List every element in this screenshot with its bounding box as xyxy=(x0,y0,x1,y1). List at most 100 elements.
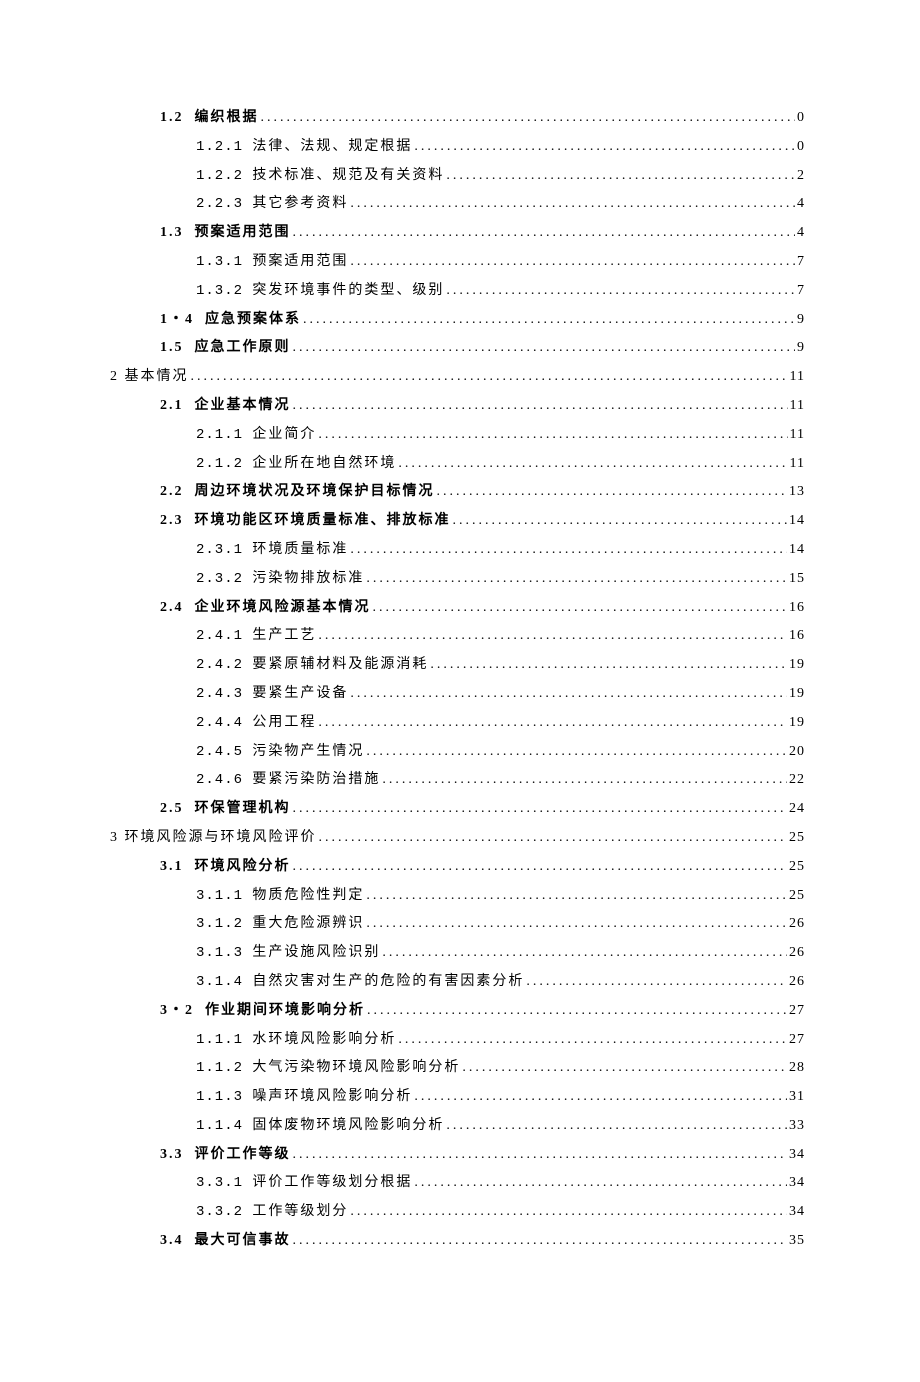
toc-entry[interactable]: 2.4.4 公用工程..............................… xyxy=(196,715,805,732)
toc-entry-number: 3.3.2 xyxy=(196,1204,252,1221)
toc-entry-title: 技术标准、规范及有关资料 xyxy=(252,168,444,185)
toc-entry-title: 基本情况 xyxy=(125,369,189,386)
toc-entry-title: 要紧原辅材料及能源消耗 xyxy=(252,657,428,674)
toc-entry[interactable]: 3・2 作业期间环境影响分析..........................… xyxy=(160,1003,805,1020)
toc-entry-title: 污染物排放标准 xyxy=(252,571,364,588)
toc-entry-number: 3.3 xyxy=(160,1147,195,1164)
toc-entry-title: 重大危险源辨识 xyxy=(252,916,364,933)
toc-entry-page: 19 xyxy=(789,686,805,703)
toc-entry[interactable]: 1.2.1 法律、法规、规定根据........................… xyxy=(196,139,805,156)
toc-entry[interactable]: 1.5 应急工作原则..............................… xyxy=(160,340,805,357)
toc-entry[interactable]: 2.2 周边环境状况及环境保护目标情况.....................… xyxy=(160,484,805,501)
toc-entry[interactable]: 2.3.1 环境质量标准............................… xyxy=(196,542,805,559)
toc-entry[interactable]: 1.3 预案适用范围..............................… xyxy=(160,225,805,242)
toc-entry[interactable]: 3.1.2 重大危险源辨识...........................… xyxy=(196,916,805,933)
toc-entry-number: 2.3.1 xyxy=(196,542,252,559)
toc-entry[interactable]: 2 基本情况..................................… xyxy=(110,369,805,386)
toc-entry[interactable]: 2.1.2 企业所在地自然环境.........................… xyxy=(196,456,805,473)
toc-entry-number: 2.4.1 xyxy=(196,628,252,645)
toc-entry[interactable]: 1.2 编织根据................................… xyxy=(160,110,805,127)
toc-leader-dots: ........................................… xyxy=(367,1003,787,1020)
toc-leader-dots: ........................................… xyxy=(293,398,788,415)
toc-leader-dots: ........................................… xyxy=(414,139,795,156)
toc-entry-number: 3 xyxy=(110,830,125,847)
toc-entry-number: 3.3.1 xyxy=(196,1175,252,1192)
toc-entry[interactable]: 1.3.2 突发环境事件的类型、级别......................… xyxy=(196,283,805,300)
toc-entry[interactable]: 2.4.5 污染物产生情况...........................… xyxy=(196,744,805,761)
toc-entry[interactable]: 2.5 环保管理机构..............................… xyxy=(160,801,805,818)
toc-leader-dots: ........................................… xyxy=(430,657,787,674)
toc-entry[interactable]: 2.4.6 要紧污染防治措施..........................… xyxy=(196,772,805,789)
toc-entry[interactable]: 2.2.3 其它参考资料............................… xyxy=(196,196,805,213)
toc-entry[interactable]: 1.2.2 技术标准、规范及有关资料......................… xyxy=(196,168,805,185)
toc-entry[interactable]: 2.4 企业环境风险源基本情况.........................… xyxy=(160,600,805,617)
toc-entry[interactable]: 1.3.1 预案适用范围............................… xyxy=(196,254,805,271)
toc-entry-page: 11 xyxy=(790,398,805,415)
toc-entry[interactable]: 2.3.2 污染物排放标准...........................… xyxy=(196,571,805,588)
toc-entry-title: 应急预案体系 xyxy=(205,312,301,329)
toc-leader-dots: ........................................… xyxy=(303,312,795,329)
toc-entry-page: 27 xyxy=(789,1003,805,1020)
toc-leader-dots: ........................................… xyxy=(462,1060,787,1077)
toc-entry[interactable]: 3.1 环境风险分析..............................… xyxy=(160,859,805,876)
toc-leader-dots: ........................................… xyxy=(293,1233,788,1250)
toc-entry[interactable]: 3.1.4 自然灾害对生产的危险的有害因素分析.................… xyxy=(196,974,805,991)
toc-entry-number: 2.4.4 xyxy=(196,715,252,732)
toc-entry-title: 大气污染物环境风险影响分析 xyxy=(252,1060,460,1077)
toc-entry[interactable]: 3.4 最大可信事故..............................… xyxy=(160,1233,805,1250)
toc-entry[interactable]: 3.3.2 工作等级划分............................… xyxy=(196,1204,805,1221)
toc-entry-number: 3.1.2 xyxy=(196,916,252,933)
toc-entry-page: 20 xyxy=(789,744,805,761)
toc-entry[interactable]: 2.4.2 要紧原辅材料及能源消耗.......................… xyxy=(196,657,805,674)
toc-entry[interactable]: 1.1.3 噪声环境风险影响分析........................… xyxy=(196,1089,805,1106)
toc-entry-number: 2.2.3 xyxy=(196,196,252,213)
toc-entry-page: 16 xyxy=(789,600,805,617)
toc-entry-number: 2.4 xyxy=(160,600,195,617)
toc-entry-title: 周边环境状况及环境保护目标情况 xyxy=(195,484,435,501)
toc-entry-page: 0 xyxy=(797,110,805,127)
toc-entry[interactable]: 3.1.1 物质危险性判定...........................… xyxy=(196,888,805,905)
toc-entry-title: 预案适用范围 xyxy=(252,254,348,271)
toc-entry-title: 最大可信事故 xyxy=(195,1233,291,1250)
toc-entry[interactable]: 2.4.3 要紧生产设备............................… xyxy=(196,686,805,703)
toc-entry-title: 作业期间环境影响分析 xyxy=(205,1003,365,1020)
toc-entry-title: 环境质量标准 xyxy=(252,542,348,559)
toc-entry-number: 3.1 xyxy=(160,859,195,876)
toc-entry-page: 2 xyxy=(797,168,805,185)
toc-entry[interactable]: 1・4 应急预案体系..............................… xyxy=(160,312,805,329)
toc-leader-dots: ........................................… xyxy=(318,715,787,732)
toc-entry-number: 1.3 xyxy=(160,225,195,242)
toc-leader-dots: ........................................… xyxy=(350,254,795,271)
toc-entry-title: 企业简介 xyxy=(252,427,316,444)
toc-entry-page: 13 xyxy=(789,484,805,501)
toc-leader-dots: ........................................… xyxy=(382,945,787,962)
toc-entry-page: 33 xyxy=(789,1118,805,1135)
toc-entry-title: 污染物产生情况 xyxy=(252,744,364,761)
toc-entry-page: 27 xyxy=(789,1032,805,1049)
toc-entry-title: 突发环境事件的类型、级别 xyxy=(252,283,444,300)
toc-entry-title: 编织根据 xyxy=(195,110,259,127)
toc-entry[interactable]: 3.3.1 评价工作等级划分根据........................… xyxy=(196,1175,805,1192)
toc-leader-dots: ........................................… xyxy=(293,1147,788,1164)
toc-entry[interactable]: 3.1.3 生产设施风险识别..........................… xyxy=(196,945,805,962)
toc-entry[interactable]: 1.1.1 水环境风险影响分析.........................… xyxy=(196,1032,805,1049)
toc-entry-title: 生产设施风险识别 xyxy=(252,945,380,962)
toc-entry[interactable]: 2.4.1 生产工艺..............................… xyxy=(196,628,805,645)
toc-entry-number: 1.3.2 xyxy=(196,283,252,300)
toc-entry[interactable]: 1.1.2 大气污染物环境风险影响分析.....................… xyxy=(196,1060,805,1077)
toc-entry-page: 24 xyxy=(789,801,805,818)
toc-entry[interactable]: 3.3 评价工作等级..............................… xyxy=(160,1147,805,1164)
toc-entry-number: 1・4 xyxy=(160,312,205,329)
toc-entry[interactable]: 1.1.4 固体废物环境风险影响分析......................… xyxy=(196,1118,805,1135)
toc-leader-dots: ........................................… xyxy=(366,888,787,905)
toc-entry[interactable]: 2.1 企业基本情况..............................… xyxy=(160,398,805,415)
toc-entry[interactable]: 2.3 环境功能区环境质量标准、排放标准....................… xyxy=(160,513,805,530)
toc-entry-number: 1.1.2 xyxy=(196,1060,252,1077)
toc-leader-dots: ........................................… xyxy=(414,1089,787,1106)
toc-entry[interactable]: 2.1.1 企业简介..............................… xyxy=(196,427,805,444)
toc-entry[interactable]: 3 环境风险源与环境风险评价..........................… xyxy=(110,830,805,847)
toc-leader-dots: ........................................… xyxy=(261,110,796,127)
toc-leader-dots: ........................................… xyxy=(319,830,788,847)
toc-entry-number: 2.4.3 xyxy=(196,686,252,703)
toc-leader-dots: ........................................… xyxy=(350,1204,787,1221)
